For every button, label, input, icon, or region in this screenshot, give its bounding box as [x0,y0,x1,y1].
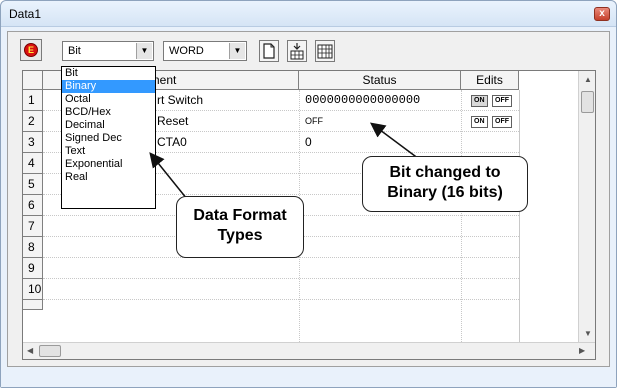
callout-data-format: Data Format Types [176,196,304,258]
callout-bit-changed: Bit changed to Binary (16 bits) [362,156,528,212]
data-window: Data1 x E Bit ▼ WORD ▼ ement Status Edit… [0,0,617,388]
arrow-to-dropdown [149,152,188,200]
arrow-to-status [369,122,420,160]
status-bar [1,369,616,387]
